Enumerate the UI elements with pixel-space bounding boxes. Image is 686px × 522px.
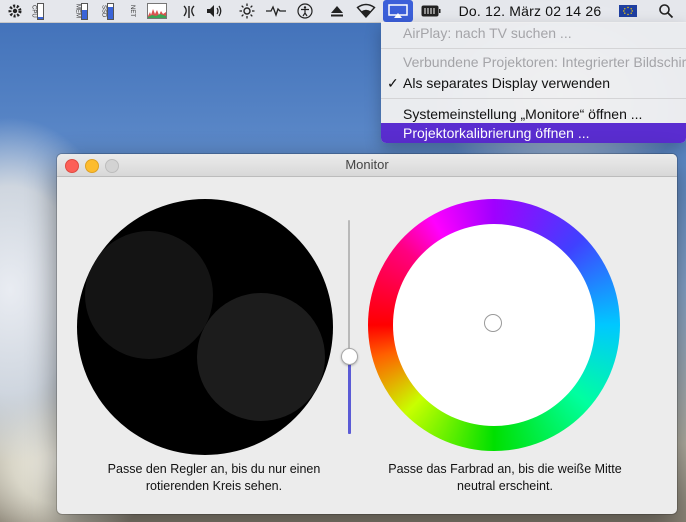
network-graph-icon[interactable] bbox=[146, 0, 168, 22]
slider-instructions: Passe den Regler an, bis du nur einen ro… bbox=[69, 461, 359, 495]
activity-icon[interactable] bbox=[264, 0, 288, 22]
input-source-flag-icon[interactable] bbox=[616, 0, 640, 22]
battery-icon[interactable] bbox=[420, 0, 442, 22]
brightness-slider-fill bbox=[348, 357, 351, 434]
cpu-label: CPU bbox=[30, 4, 37, 18]
brightness-icon[interactable] bbox=[236, 0, 258, 22]
inner-circle-b bbox=[197, 293, 325, 421]
menu-item-open-display-prefs[interactable]: Systemeinstellung „Monitore“ öffnen ... bbox=[381, 105, 686, 124]
menu-item-label: AirPlay: nach TV suchen ... bbox=[403, 25, 572, 41]
menu-item-label: Projektorkalibrierung öffnen ... bbox=[403, 125, 590, 141]
accessibility-icon[interactable] bbox=[294, 0, 316, 22]
menu-separator bbox=[381, 48, 686, 49]
display-mirroring-icon[interactable] bbox=[383, 0, 413, 22]
window-titlebar[interactable]: Monitor bbox=[57, 154, 677, 177]
wifi-icon[interactable] bbox=[354, 0, 378, 22]
monitor-window: Monitor Passe den Regler an, bis du nur … bbox=[57, 154, 677, 514]
volume-icon[interactable] bbox=[204, 0, 226, 22]
menu-item-connected-projectors: Verbundene Projektoren: Integrierter Bil… bbox=[381, 53, 686, 72]
ssd-meter[interactable]: SSD bbox=[96, 0, 118, 22]
date-time[interactable]: Do. 12. März 02 14 26 bbox=[450, 0, 610, 22]
checkmark-icon: ✓ bbox=[387, 75, 399, 91]
instruction-line: Passe den Regler an, bis du nur einen bbox=[107, 462, 321, 476]
rotating-circle-test bbox=[77, 199, 333, 455]
instruction-line: Passe das Farbrad an, bis die weiße Mitt… bbox=[388, 462, 622, 476]
menu-item-airplay-search: AirPlay: nach TV suchen ... bbox=[381, 24, 686, 43]
mem-label: MEM bbox=[74, 4, 81, 18]
instruction-line: rotierenden Kreis sehen. bbox=[145, 479, 283, 493]
menu-bar: CPU MEM SSD NET Do. 12. März 02 14 26 bbox=[0, 0, 686, 23]
cpu-meter[interactable]: CPU bbox=[30, 0, 44, 22]
menu-separator bbox=[381, 98, 686, 99]
ssd-label: SSD bbox=[100, 4, 107, 18]
window-title: Monitor bbox=[345, 157, 389, 172]
net-label: NET bbox=[129, 5, 135, 17]
color-wheel-instructions: Passe das Farbrad an, bis die weiße Mitt… bbox=[360, 461, 650, 495]
menu-item-open-calibration[interactable]: Projektorkalibrierung öffnen ... bbox=[381, 123, 686, 143]
spotlight-search-icon[interactable] bbox=[654, 0, 678, 22]
menu-item-separate-display[interactable]: ✓ Als separates Display verwenden bbox=[381, 74, 686, 93]
instruction-line: neutral erscheint. bbox=[457, 479, 553, 493]
display-menu: AirPlay: nach TV suchen ... Verbundene P… bbox=[381, 22, 686, 143]
menu-item-label: Als separates Display verwenden bbox=[403, 75, 610, 91]
menu-item-label: Verbundene Projektoren: Integrierter Bil… bbox=[403, 54, 686, 70]
eject-icon[interactable] bbox=[326, 0, 348, 22]
brightness-slider-knob[interactable] bbox=[341, 348, 358, 365]
antenna-icon[interactable] bbox=[178, 0, 200, 22]
color-wheel-handle[interactable] bbox=[484, 314, 502, 332]
menu-item-label: Systemeinstellung „Monitore“ öffnen ... bbox=[403, 106, 643, 122]
net-meter[interactable]: NET bbox=[122, 0, 144, 22]
settings-gear-icon[interactable] bbox=[4, 0, 26, 22]
inner-circle-a bbox=[85, 231, 213, 359]
mem-meter[interactable]: MEM bbox=[70, 0, 92, 22]
